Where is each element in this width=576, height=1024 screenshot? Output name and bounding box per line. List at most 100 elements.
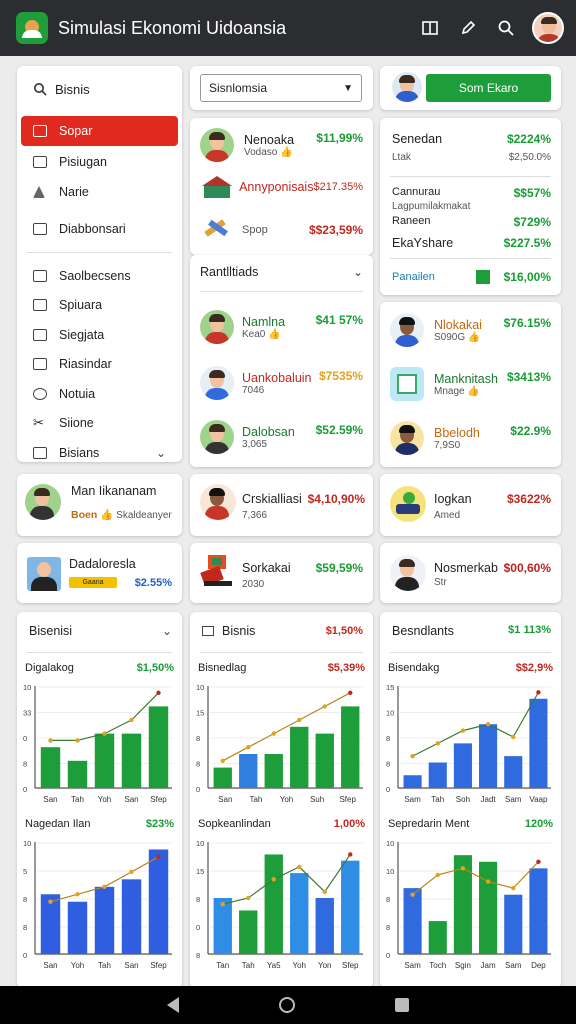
x-tick-label: Vaap <box>529 795 548 804</box>
chart-headline: $5,39% <box>327 662 365 674</box>
dropdown-arrow-icon: ▼ <box>343 82 353 94</box>
list-item[interactable]: Manknitash Mnage 👍 $3413% <box>380 364 561 404</box>
card-title: Dadaloresla <box>69 557 136 571</box>
warning-icon <box>33 124 47 137</box>
divider <box>390 176 551 177</box>
item-value: $7535% <box>318 369 363 383</box>
list-item[interactable]: Bbelodh 7,9S0 $22.9% <box>380 418 561 458</box>
triangle-icon <box>33 185 45 198</box>
x-tick-label: Sam <box>404 961 421 970</box>
x-tick-label: Jadt <box>481 795 497 804</box>
y-tick-label: 33 <box>23 709 31 718</box>
y-tick-label: 8 <box>386 734 390 743</box>
item-card[interactable]: Nosmerkab Str $00,60% <box>380 543 561 603</box>
chart-title: Nagedan Ilan <box>25 818 91 830</box>
avatar <box>200 128 234 162</box>
trend-point <box>511 734 516 740</box>
trend-point <box>460 866 466 871</box>
item-sub: Mnage 👍 <box>434 385 480 397</box>
sidebar-search[interactable]: Bisnis <box>17 66 182 112</box>
y-tick-label: 0 <box>23 734 27 743</box>
chart-panel-1: Bisenisi ⌄ Digalakog $1,50% 10 33 0 8 0 San Tah… <box>17 612 182 988</box>
sidebar-item-siegjata[interactable]: Siegjata <box>17 320 182 350</box>
bar <box>428 921 447 954</box>
panel-header[interactable]: Bisenisi ⌄ <box>29 624 172 638</box>
card-value: $2.55% <box>134 577 172 589</box>
edit-icon[interactable] <box>454 14 482 42</box>
sidebar-item-label: Riasindar <box>59 357 112 372</box>
sidebar-item-narie[interactable]: Narie <box>17 177 182 207</box>
sidebar-item-riasindar[interactable]: Riasindar <box>17 350 182 380</box>
list-item[interactable]: Namlna Kea0 👍 $41 57% <box>190 307 373 347</box>
profile-card[interactable]: Man Iikananam Boen 👍 Skaldeanyer <box>17 474 182 536</box>
bar <box>290 873 309 954</box>
sidebar-item-pisiugan[interactable]: Pisiugan <box>17 148 182 178</box>
item-sub: Vodaso 👍 <box>244 146 293 158</box>
business-list-card: Nenoaka Vodaso 👍 $11,99% Annyponisais $2… <box>190 118 373 255</box>
profile-card[interactable]: Dadaloresla Gaana $2.55% <box>17 543 182 603</box>
x-tick-label: Tah <box>431 795 444 804</box>
category-select[interactable]: Sisnlomsia ▼ <box>200 74 362 102</box>
bar <box>264 854 283 954</box>
section-header[interactable]: Rantlltiads ⌄ <box>200 265 363 279</box>
item-card[interactable]: Crskialliasi 7,366 $4,10,90% <box>190 474 373 536</box>
x-tick-label: Sgin <box>455 961 471 970</box>
document-icon <box>390 367 424 401</box>
y-tick-label: 0 <box>196 785 200 794</box>
panel-header[interactable]: Besndlants $1 113% <box>392 624 551 638</box>
chart-title: Bisnedlag <box>198 662 247 674</box>
primary-action-button[interactable]: Som Ekaro <box>426 74 551 102</box>
sidebar-item-sopar[interactable]: Sopar <box>21 116 178 146</box>
card-sub: 7,366 <box>242 510 268 521</box>
card-value: $3622% <box>506 492 551 506</box>
y-tick-label: 8 <box>23 923 27 932</box>
trend-point <box>246 895 251 901</box>
list-item[interactable]: Nlokakai S090G 👍 $76.15% <box>380 310 561 350</box>
search-icon <box>34 83 47 96</box>
back-icon[interactable] <box>167 997 179 1013</box>
list-item[interactable]: Nenoaka Vodaso 👍 $11,99% <box>190 126 373 164</box>
select-value: Sisnlomsia <box>209 81 268 95</box>
list-item[interactable]: Uankobaluin 7046 $7535% <box>190 363 373 403</box>
x-tick-label: Yoh <box>98 795 112 804</box>
sidebar-item-spiuara[interactable]: Spiuara <box>17 291 182 321</box>
stat-row[interactable]: Panailen $16,00% <box>392 270 551 284</box>
y-tick-label: 8 <box>196 951 200 960</box>
trend-point <box>271 731 276 736</box>
card-value: $00,60% <box>503 561 551 575</box>
list-item[interactable]: Annyponisais $217.35% <box>190 172 373 202</box>
divider <box>390 652 551 653</box>
y-tick-label: 10 <box>386 867 394 876</box>
panel-header[interactable]: Bisnis $1,50% <box>202 624 363 638</box>
card-icon <box>33 223 47 236</box>
sidebar-item-bisians[interactable]: Bisians ⌄ <box>17 438 182 462</box>
book-icon[interactable] <box>416 14 444 42</box>
bar <box>290 726 309 788</box>
y-tick-label: 8 <box>196 734 200 743</box>
list-item[interactable]: Dalobsan 3,065 $52.59% <box>190 417 373 457</box>
item-card[interactable]: Iogkan Amed $3622% <box>380 474 561 536</box>
search-icon[interactable] <box>492 14 520 42</box>
stats-card: Senedan $2224% Ltak $2,50.0% Cannurau $$57%… <box>380 118 561 295</box>
app-logo[interactable] <box>16 12 48 44</box>
sidebar-item-saolbecsens[interactable]: Saolbecsens <box>17 261 182 291</box>
sidebar-item-siione[interactable]: ✂ Siione <box>17 409 182 439</box>
chevron-down-icon: ⌄ <box>161 624 172 638</box>
chevron-down-icon: ⌄ <box>155 445 166 460</box>
y-tick-label: 0 <box>196 923 200 932</box>
list-item[interactable]: Spop $$23,59% <box>190 214 373 246</box>
trend-point <box>102 884 107 889</box>
home-icon[interactable] <box>279 997 295 1013</box>
trend-point <box>435 872 440 878</box>
trend-point <box>156 854 161 860</box>
recents-icon[interactable] <box>395 998 409 1012</box>
sidebar-item-diabbonsari[interactable]: Diabbonsari <box>17 215 182 245</box>
x-tick-label: Tan <box>216 961 229 970</box>
avatar <box>200 484 236 520</box>
y-tick-label: 10 <box>196 683 204 692</box>
item-card[interactable]: Sorkakai 2030 $59,59% <box>190 543 373 603</box>
top-app-bar: Simulasi Ekonomi Uidoansia <box>0 0 576 56</box>
sidebar-item-notuia[interactable]: Notuia <box>17 379 182 409</box>
user-avatar[interactable] <box>532 12 564 44</box>
trend-line <box>222 854 351 905</box>
